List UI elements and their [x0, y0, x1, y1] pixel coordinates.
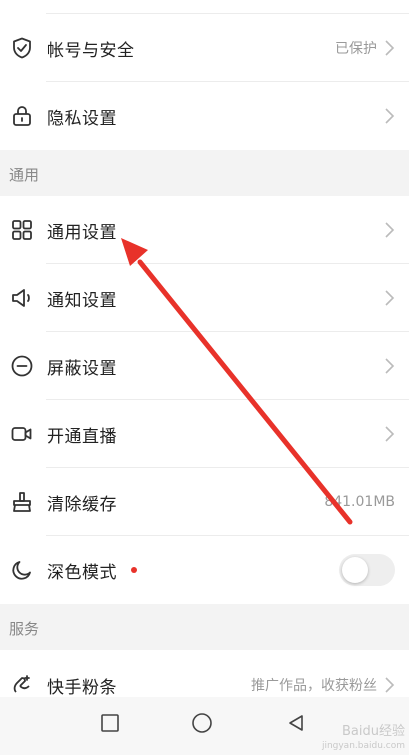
- kuaishou-fentiao-hint: 推广作品，收获粉丝: [251, 678, 377, 694]
- watermark-brand: Baidu经验: [342, 724, 405, 739]
- block-settings-label: 屏蔽设置: [47, 358, 117, 379]
- top-strip: [0, 0, 409, 14]
- triangle-back-icon: [289, 715, 303, 731]
- lock-icon: [9, 103, 35, 129]
- chevron-right-icon: [383, 356, 395, 376]
- speaker-icon: [9, 285, 35, 311]
- circle-icon: [192, 713, 212, 733]
- brush-icon: [9, 489, 35, 515]
- recents-button[interactable]: [96, 709, 124, 737]
- account-security-label: 帐号与安全: [47, 40, 135, 61]
- open-live-label: 开通直播: [47, 426, 117, 447]
- chevron-right-icon: [383, 675, 395, 695]
- notification-settings-label: 通知设置: [47, 290, 117, 311]
- new-badge-dot: [131, 567, 137, 573]
- account-security-status: 已保护: [335, 41, 377, 57]
- account-security-row[interactable]: 帐号与安全 已保护: [0, 14, 409, 82]
- back-button[interactable]: [282, 709, 310, 737]
- home-button[interactable]: [188, 709, 216, 737]
- block-settings-row[interactable]: 屏蔽设置: [0, 332, 409, 400]
- grid-icon: [9, 217, 35, 243]
- watermark-url: jingyan.baidu.com: [321, 741, 405, 751]
- chevron-right-icon: [383, 220, 395, 240]
- clear-cache-row[interactable]: 清除缓存 841.01MB: [0, 468, 409, 536]
- chevron-right-icon: [383, 106, 395, 126]
- dark-mode-label: 深色模式: [47, 562, 117, 583]
- moon-icon: [9, 557, 35, 583]
- notification-settings-row[interactable]: 通知设置: [0, 264, 409, 332]
- minus-circle-icon: [9, 353, 35, 379]
- dark-mode-toggle[interactable]: [339, 554, 395, 586]
- section-header-service: 服务: [0, 604, 409, 650]
- square-icon: [101, 714, 119, 732]
- dark-mode-row: 深色模式: [0, 536, 409, 604]
- general-settings-label: 通用设置: [47, 222, 117, 243]
- watermark: Baidu经验 jingyan.baidu.com: [322, 725, 405, 753]
- shield-check-icon: [9, 35, 35, 61]
- chevron-right-icon: [383, 424, 395, 444]
- open-live-row[interactable]: 开通直播: [0, 400, 409, 468]
- privacy-settings-row[interactable]: 隐私设置: [0, 82, 409, 150]
- cache-size-value: 841.01MB: [324, 494, 395, 510]
- rocket-icon: [9, 672, 35, 698]
- video-camera-icon: [9, 421, 35, 447]
- section-title-general: 通用: [9, 166, 40, 184]
- privacy-settings-label: 隐私设置: [47, 108, 117, 129]
- toggle-knob: [342, 557, 368, 583]
- section-header-general: 通用: [0, 150, 409, 196]
- general-settings-row[interactable]: 通用设置: [0, 196, 409, 264]
- chevron-right-icon: [383, 288, 395, 308]
- clear-cache-label: 清除缓存: [47, 494, 117, 515]
- chevron-right-icon: [383, 38, 395, 58]
- kuaishou-fentiao-label: 快手粉条: [47, 677, 117, 698]
- section-title-service: 服务: [9, 620, 40, 638]
